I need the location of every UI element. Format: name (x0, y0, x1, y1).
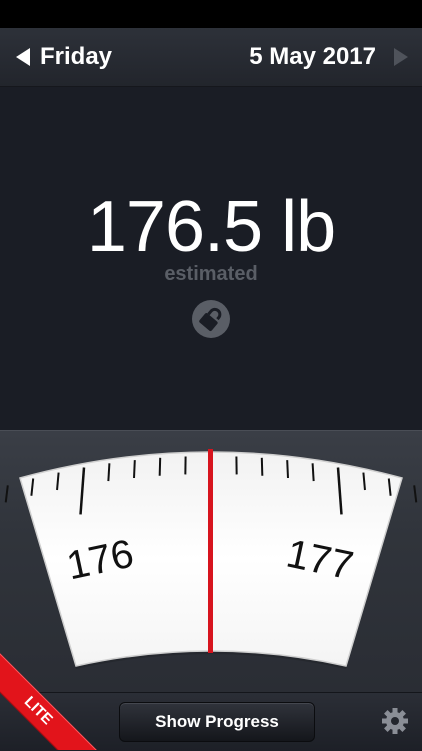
status-bar (0, 0, 422, 28)
triangle-left-icon (16, 48, 30, 66)
weight-value: 176.5 lb (0, 187, 422, 267)
dial-minor-tick (287, 460, 288, 478)
lite-ribbon: LITE (0, 650, 100, 750)
lock-open-icon (192, 300, 230, 338)
date-label: 5 May 2017 (249, 40, 376, 74)
dial-minor-tick (6, 485, 8, 502)
dial-minor-tick (108, 463, 109, 481)
dial-minor-tick (414, 485, 416, 502)
next-day-button[interactable] (394, 48, 408, 66)
lock-button[interactable] (192, 300, 230, 338)
previous-day-button[interactable]: Friday (16, 40, 112, 74)
reading-panel: 176.5 lb estimated (0, 87, 422, 430)
day-label: Friday (40, 43, 112, 71)
dial-minor-tick (160, 458, 161, 476)
estimated-label: estimated (0, 263, 422, 286)
dial-minor-tick (313, 463, 314, 481)
dial-minor-tick (134, 460, 135, 478)
gear-icon[interactable] (381, 707, 409, 735)
lite-badge: LITE (0, 652, 97, 750)
date-navigation: Friday 5 May 2017 (0, 28, 422, 87)
dial-minor-tick (262, 458, 263, 476)
show-progress-button[interactable]: Show Progress (119, 702, 315, 742)
dial-needle (208, 449, 213, 653)
